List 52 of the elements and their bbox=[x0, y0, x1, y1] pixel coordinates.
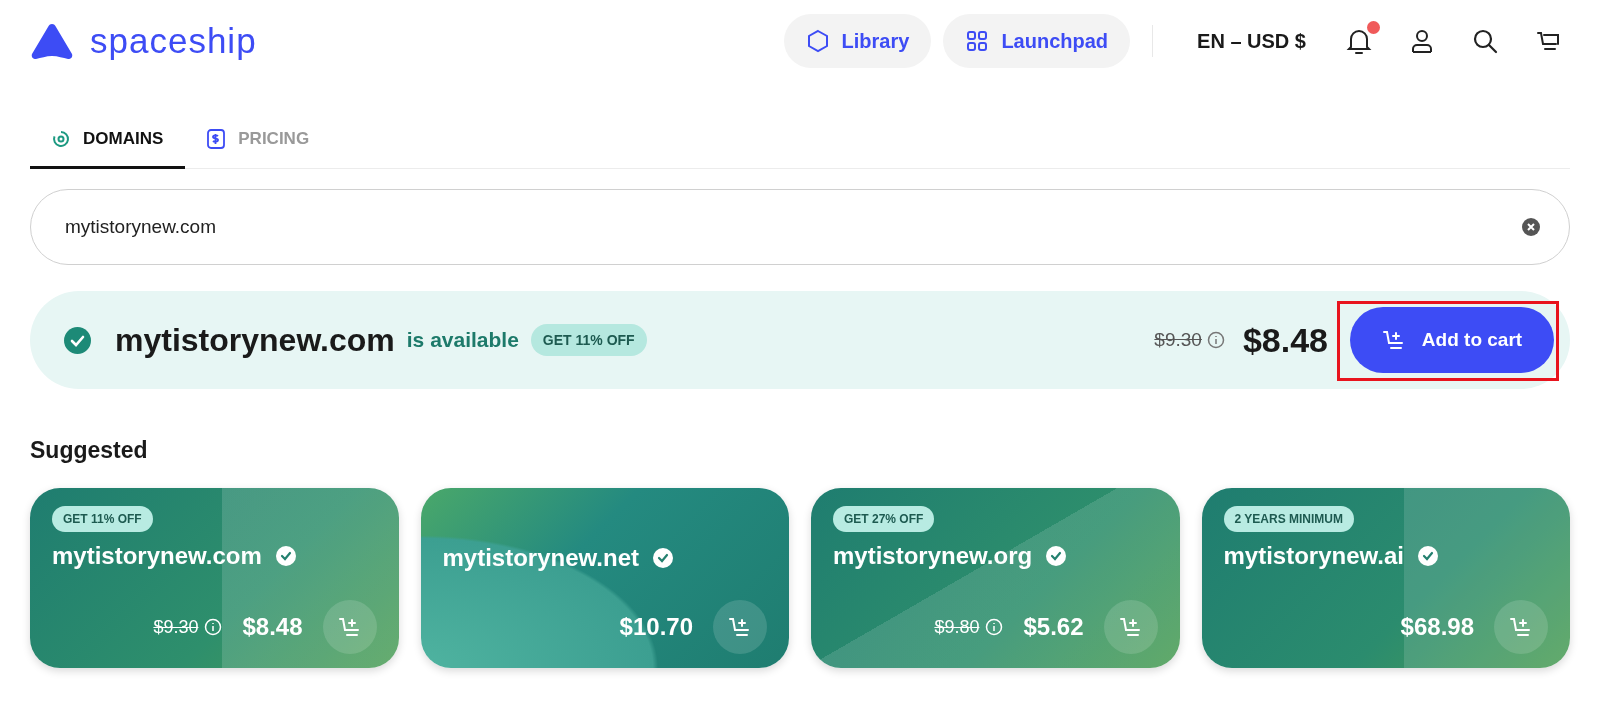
grid-icon bbox=[965, 29, 990, 53]
price: $5.62 bbox=[1023, 613, 1084, 641]
original-price: $9.80 bbox=[934, 616, 980, 638]
original-price: $9.30 bbox=[153, 616, 199, 638]
check-circle-icon bbox=[275, 546, 296, 566]
info-icon[interactable] bbox=[1206, 331, 1225, 349]
domain-name: mytistorynew.com bbox=[52, 542, 262, 570]
add-to-cart-button[interactable] bbox=[713, 600, 767, 654]
bell-icon[interactable] bbox=[1346, 27, 1372, 55]
add-to-cart-button[interactable]: Add to cart bbox=[1350, 307, 1554, 373]
cart-plus-icon bbox=[1381, 328, 1406, 352]
cart-icon[interactable] bbox=[1536, 29, 1560, 53]
clear-icon[interactable] bbox=[1522, 218, 1540, 236]
target-icon bbox=[52, 130, 70, 148]
promo-badge: GET 27% OFF bbox=[833, 506, 935, 532]
hexagon-icon bbox=[805, 29, 830, 53]
availability-status: is available bbox=[406, 328, 519, 352]
price: $8.48 bbox=[242, 613, 303, 641]
price: $10.70 bbox=[619, 613, 693, 641]
check-circle-icon bbox=[1418, 546, 1438, 566]
language-currency-selector[interactable]: EN – USD $ bbox=[1197, 29, 1306, 53]
domain-search-field[interactable]: mytistorynew.com bbox=[30, 189, 1570, 265]
cart-plus-icon bbox=[337, 615, 362, 639]
nav-button[interactable]: Library bbox=[783, 14, 932, 68]
domain-suggestion-card[interactable]: mytistorynew.net $10.70 bbox=[420, 488, 789, 668]
domain-name: mytistorynew.net bbox=[442, 544, 639, 572]
check-circle-icon bbox=[1046, 546, 1067, 566]
nav-button[interactable]: Launchpad bbox=[943, 14, 1131, 68]
section-title: Suggested bbox=[30, 437, 149, 464]
logo-icon bbox=[30, 22, 74, 60]
cart-plus-icon bbox=[1509, 615, 1533, 639]
user-icon[interactable] bbox=[1410, 28, 1434, 54]
discount-badge: GET 11% OFF bbox=[530, 324, 647, 356]
tab[interactable]: DOMAINS bbox=[30, 112, 186, 169]
domain-suggestion-card[interactable]: GET 11% OFF mytistorynew.com $9.30 $8.48 bbox=[30, 488, 399, 668]
promo-badge: GET 11% OFF bbox=[52, 506, 153, 532]
domain-name: mytistorynew.org bbox=[833, 542, 1033, 570]
domain-name: mytistorynew.ai bbox=[1223, 542, 1404, 570]
search-icon[interactable] bbox=[1472, 28, 1498, 54]
price: $68.98 bbox=[1400, 613, 1474, 641]
check-circle-icon bbox=[64, 326, 91, 354]
domain-name: mytistorynew.com bbox=[115, 321, 395, 359]
original-price: $9.30 bbox=[1154, 329, 1202, 351]
dollar-icon bbox=[207, 129, 226, 149]
cart-plus-icon bbox=[728, 615, 752, 639]
check-circle-icon bbox=[653, 548, 673, 568]
domain-suggestion-card[interactable]: GET 27% OFF mytistorynew.org $9.80 $5.62 bbox=[811, 488, 1180, 668]
cart-plus-icon bbox=[1118, 615, 1143, 639]
domain-suggestion-card[interactable]: 2 YEARS MINIMUM mytistorynew.ai $68.98 bbox=[1201, 488, 1570, 668]
promo-badge: 2 YEARS MINIMUM bbox=[1223, 506, 1354, 532]
logo-text[interactable]: spaceship bbox=[90, 21, 257, 61]
price: $8.48 bbox=[1242, 320, 1328, 360]
